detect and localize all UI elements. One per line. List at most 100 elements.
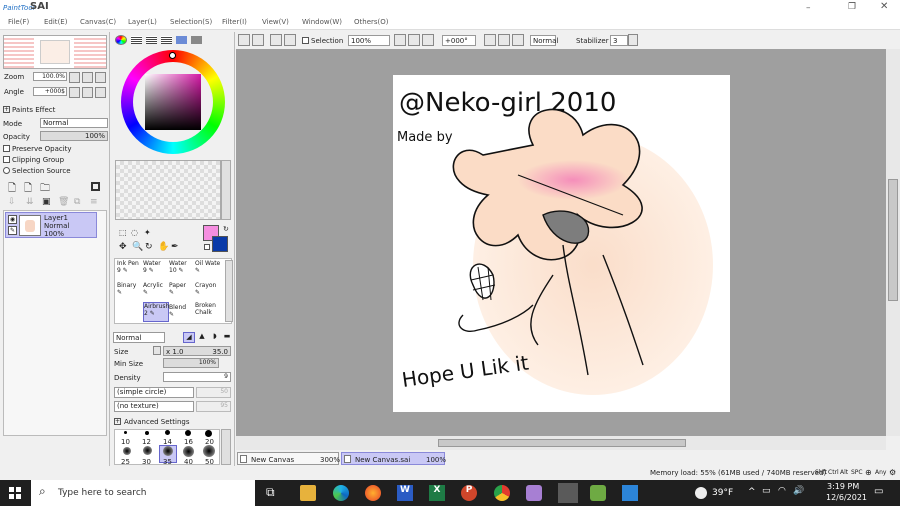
- edge-hard-icon[interactable]: ◢: [183, 332, 195, 343]
- brush-acrylic[interactable]: Acrylic ✎: [143, 282, 169, 302]
- photos-icon[interactable]: [622, 485, 638, 501]
- undo-button[interactable]: [238, 34, 250, 46]
- vertical-scroll-thumb[interactable]: [888, 179, 898, 301]
- rotate-reset-button[interactable]: [95, 87, 106, 98]
- hand-icon[interactable]: ✋: [158, 242, 169, 252]
- edge-icon[interactable]: [333, 485, 349, 501]
- tab-new-canvas[interactable]: New Canvas 300%: [237, 452, 340, 465]
- file-explorer-icon[interactable]: [300, 485, 316, 501]
- menu-canvas[interactable]: Canvas(C): [80, 18, 116, 26]
- delete-icon[interactable]: 🗑: [58, 197, 69, 207]
- scratchpad-tab[interactable]: [191, 36, 202, 44]
- brush-paper[interactable]: Paper ✎: [169, 282, 195, 302]
- chevron-up-icon[interactable]: ^: [748, 487, 756, 497]
- brush-texture-select[interactable]: (no texture): [114, 401, 194, 412]
- zoom-icon[interactable]: 🔍: [132, 242, 143, 252]
- brush-scrollbar[interactable]: [225, 260, 233, 322]
- dot-size-35[interactable]: 35: [163, 458, 172, 466]
- layer-row[interactable]: ◉ ✎ Layer1 Normal 100%: [5, 212, 97, 238]
- selection-source-checkbox[interactable]: [3, 167, 10, 174]
- weather-icon[interactable]: [695, 487, 707, 499]
- minecraft-icon[interactable]: [590, 485, 606, 501]
- secondary-color[interactable]: [212, 236, 228, 252]
- hsv-slider-tab[interactable]: [146, 36, 157, 44]
- dot-size-25[interactable]: 25: [121, 458, 130, 466]
- zoom-select[interactable]: 100%: [348, 35, 390, 46]
- menu-selection[interactable]: Selection(S): [170, 18, 212, 26]
- duplicate-icon[interactable]: ⧉: [74, 197, 80, 207]
- menu-view[interactable]: View(V): [262, 18, 289, 26]
- tab-new-canvas-sai[interactable]: New Canvas.sai 100%: [341, 452, 446, 465]
- vertical-scrollbar[interactable]: [886, 49, 900, 436]
- clear-icon[interactable]: ▣: [42, 197, 51, 207]
- brush-shape-select[interactable]: (simple circle): [114, 387, 194, 398]
- new-folder-icon[interactable]: 🗀: [40, 181, 50, 198]
- menu-window[interactable]: Window(W): [302, 18, 342, 26]
- stabilizer-select[interactable]: 3: [610, 35, 628, 46]
- mode-select[interactable]: Normal: [40, 118, 108, 128]
- drawing-canvas[interactable]: @Neko-girl 2010 Made by Hope U Lik it: [393, 75, 730, 412]
- windows-start-icon[interactable]: [9, 487, 21, 499]
- zoom-in-button[interactable]: [82, 72, 93, 83]
- menu-edit[interactable]: Edit(E): [44, 18, 67, 26]
- powerpoint-icon[interactable]: P: [461, 485, 477, 501]
- opacity-slider[interactable]: 100%: [40, 131, 108, 141]
- merge-icon[interactable]: ⇊: [26, 197, 34, 207]
- brush-lock-icon[interactable]: ✎: [8, 226, 17, 235]
- advanced-settings-label[interactable]: Advanced Settings: [124, 418, 190, 426]
- dot-size-50[interactable]: 50: [205, 458, 214, 466]
- brush-oil-water[interactable]: Oil Wate ✎: [195, 260, 221, 280]
- brush-broken-chalk[interactable]: Broken Chalk: [195, 302, 221, 322]
- taskbar-search[interactable]: ⌕ Type here to search: [31, 480, 255, 506]
- swap-colors-icon[interactable]: ↻: [223, 225, 229, 233]
- invert-selection-button[interactable]: [284, 34, 296, 46]
- expand-advanced-icon[interactable]: +: [114, 418, 121, 425]
- preset-scrollbar[interactable]: [221, 429, 231, 465]
- size-slider[interactable]: x 1.0 35.0: [163, 346, 231, 356]
- swatch-scrollbar[interactable]: [221, 160, 231, 220]
- dot-size-10[interactable]: 10: [121, 438, 130, 446]
- brush-blend[interactable]: Blend ✎: [169, 304, 195, 324]
- rotate-ccw-tool[interactable]: [484, 34, 496, 46]
- layer-mask-icon[interactable]: [91, 182, 100, 191]
- close-icon[interactable]: ✕: [880, 1, 890, 12]
- dot-size-40[interactable]: 40: [184, 458, 193, 466]
- zoom-reset-button[interactable]: [95, 72, 106, 83]
- eyedropper-icon[interactable]: ✒: [171, 242, 179, 252]
- properties-icon[interactable]: ≡: [90, 197, 98, 207]
- zoom-value[interactable]: 100.0%: [33, 72, 67, 81]
- blend-mode-select[interactable]: Normal: [530, 35, 558, 46]
- horizontal-scroll-thumb[interactable]: [438, 439, 686, 447]
- lasso-icon[interactable]: ◌: [131, 228, 138, 237]
- expand-icon[interactable]: +: [3, 106, 10, 113]
- angle-value[interactable]: +000$: [33, 87, 67, 96]
- stabilizer-dropdown[interactable]: [628, 34, 638, 46]
- zoom-fit-tool[interactable]: [422, 34, 434, 46]
- brush-texture-value[interactable]: 95: [196, 401, 231, 412]
- wifi-icon[interactable]: ◠: [778, 486, 786, 496]
- dot-size-16[interactable]: 16: [184, 438, 193, 446]
- sv-square[interactable]: [145, 74, 201, 130]
- gear-icon[interactable]: ⚙: [889, 468, 896, 477]
- network-icon[interactable]: ▭: [762, 486, 771, 496]
- brush-crayon[interactable]: Crayon ✎: [195, 282, 221, 302]
- chrome-icon[interactable]: [494, 485, 510, 501]
- angle-select[interactable]: +000°: [442, 35, 476, 46]
- paint-tool-sai-taskbar-icon[interactable]: [558, 483, 578, 503]
- zoom-in-tool[interactable]: [408, 34, 420, 46]
- color-bar-tab[interactable]: [161, 36, 172, 44]
- select-rect-icon[interactable]: ⬚: [119, 228, 127, 237]
- app-icon[interactable]: [526, 485, 542, 501]
- restore-icon[interactable]: ❐: [848, 2, 858, 12]
- edge-med-icon[interactable]: ▲: [196, 332, 208, 343]
- clipping-group-checkbox[interactable]: [3, 156, 10, 163]
- task-view-icon[interactable]: ⧉: [266, 485, 282, 501]
- preserve-opacity-checkbox[interactable]: [3, 145, 10, 152]
- volume-icon[interactable]: 🔊: [793, 486, 804, 496]
- color-wheel-tab[interactable]: [115, 35, 127, 45]
- color-swatch-grid[interactable]: [115, 160, 221, 220]
- brush-ink-pen[interactable]: Ink Pen 9 ✎: [117, 260, 143, 280]
- hue-handle[interactable]: [169, 52, 176, 59]
- zoom-out-button[interactable]: [69, 72, 80, 83]
- eye-icon[interactable]: ◉: [8, 215, 17, 224]
